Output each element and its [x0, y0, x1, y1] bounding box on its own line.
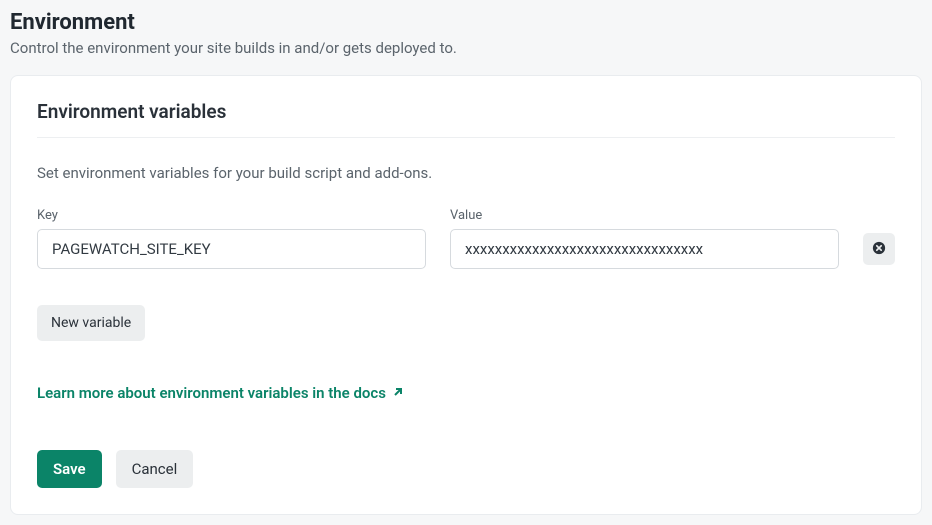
external-link-icon	[392, 384, 404, 402]
environment-variables-card: Environment variables Set environment va…	[10, 75, 922, 515]
value-field: Value	[450, 208, 839, 269]
save-button[interactable]: Save	[37, 450, 102, 488]
delete-variable-button[interactable]	[863, 233, 895, 265]
page-title: Environment	[10, 10, 922, 35]
docs-link[interactable]: Learn more about environment variables i…	[37, 384, 404, 402]
close-circle-icon	[872, 241, 886, 258]
value-label: Value	[450, 208, 839, 223]
section-description: Set environment variables for your build…	[37, 164, 895, 182]
value-input[interactable]	[450, 229, 839, 269]
form-actions: Save Cancel	[37, 450, 895, 488]
new-variable-button[interactable]: New variable	[37, 305, 145, 341]
key-field: Key	[37, 208, 426, 269]
cancel-button[interactable]: Cancel	[116, 450, 194, 488]
variable-row: Key Value	[37, 208, 895, 269]
page-subtitle: Control the environment your site builds…	[10, 39, 922, 57]
key-input[interactable]	[37, 229, 426, 269]
section-title: Environment variables	[37, 100, 895, 138]
key-label: Key	[37, 208, 426, 223]
docs-link-text: Learn more about environment variables i…	[37, 384, 386, 402]
